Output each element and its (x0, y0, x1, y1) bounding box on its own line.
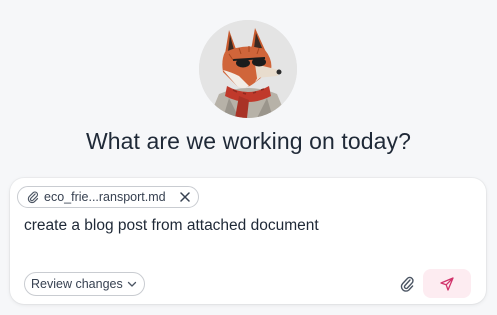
fox-avatar-icon (199, 20, 297, 118)
prompt-input[interactable]: create a blog post from attached documen… (24, 216, 474, 236)
attach-file-button[interactable] (397, 274, 417, 294)
review-changes-label: Review changes (31, 277, 123, 291)
chat-composer: eco_frie...ransport.md create a blog pos… (10, 178, 486, 304)
remove-attachment-button[interactable] (178, 190, 192, 204)
page-title: What are we working on today? (85, 128, 412, 154)
send-icon (440, 276, 454, 291)
attachment-filename: eco_frie...ransport.md (44, 190, 166, 204)
close-icon (180, 192, 190, 202)
attachment-chip[interactable]: eco_frie...ransport.md (17, 186, 199, 208)
paperclip-icon (27, 191, 39, 204)
send-button[interactable] (423, 269, 471, 298)
chevron-down-icon (127, 281, 137, 287)
assistant-avatar (199, 20, 297, 118)
review-changes-dropdown[interactable]: Review changes (24, 272, 145, 296)
paperclip-icon (400, 276, 414, 292)
